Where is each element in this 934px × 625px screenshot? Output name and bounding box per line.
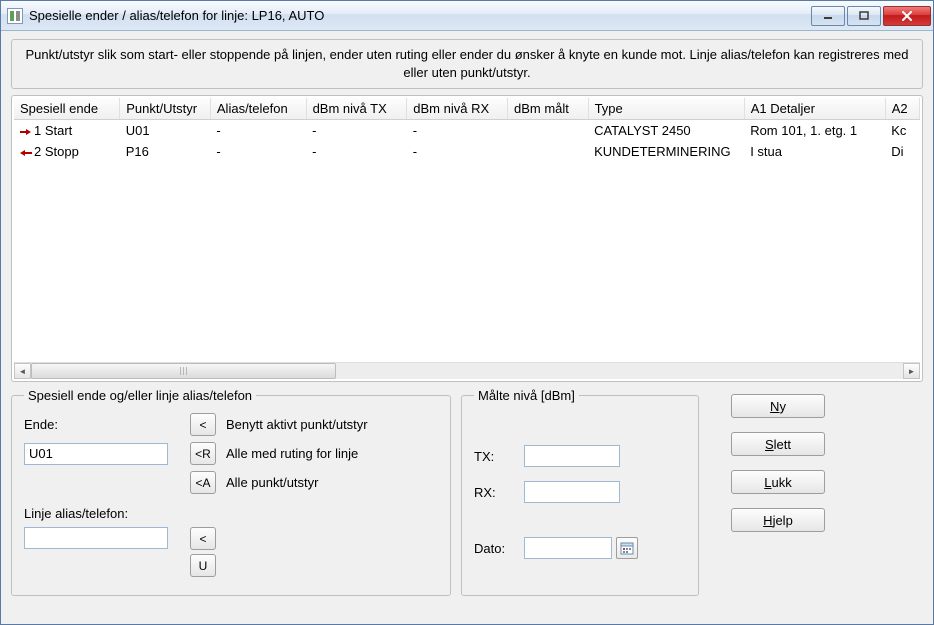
cell: - bbox=[306, 141, 407, 162]
calendar-icon bbox=[620, 541, 634, 555]
maximize-button[interactable] bbox=[847, 6, 881, 26]
scroll-left-button[interactable]: ◄ bbox=[14, 363, 31, 379]
cell: U01 bbox=[120, 120, 211, 142]
all-equipment-desc: Alle punkt/utstyr bbox=[226, 475, 438, 490]
new-button[interactable]: Ny bbox=[731, 394, 825, 418]
rx-label: RX: bbox=[474, 485, 514, 500]
cell: KUNDETERMINERING bbox=[588, 141, 744, 162]
col-header[interactable]: A2 bbox=[885, 98, 919, 120]
minimize-icon bbox=[823, 11, 833, 21]
alias-u-button[interactable]: U bbox=[190, 554, 216, 577]
stop-arrow-icon bbox=[20, 148, 32, 158]
cell: 1 Start bbox=[34, 123, 72, 138]
grid-header-row: Spesiell ende Punkt/Utstyr Alias/telefon… bbox=[14, 98, 920, 120]
col-header[interactable]: Punkt/Utstyr bbox=[120, 98, 211, 120]
cell bbox=[508, 141, 589, 162]
ende-input[interactable] bbox=[24, 443, 168, 465]
col-header[interactable]: dBm nivå RX bbox=[407, 98, 508, 120]
use-active-button[interactable]: < bbox=[190, 413, 216, 436]
close-dialog-button[interactable]: Lukk bbox=[731, 470, 825, 494]
alias-lt-button[interactable]: < bbox=[190, 527, 216, 550]
scroll-right-button[interactable]: ► bbox=[903, 363, 920, 379]
all-routing-desc: Alle med ruting for linje bbox=[226, 446, 438, 461]
table-row[interactable]: 1 Start U01 - - - CATALYST 2450 Rom 101,… bbox=[14, 120, 920, 142]
cell: 2 Stopp bbox=[34, 144, 79, 159]
levels-fieldset: Målte nivå [dBm] TX: RX: Dato: bbox=[461, 388, 699, 596]
ends-fieldset: Spesiell ende og/eller linje alias/telef… bbox=[11, 388, 451, 596]
close-button[interactable] bbox=[883, 6, 931, 26]
action-buttons: Ny Slett Lukk Hjelp bbox=[709, 388, 825, 532]
help-button[interactable]: Hjelp bbox=[731, 508, 825, 532]
cell: Kc bbox=[885, 120, 919, 142]
col-header[interactable]: dBm målt bbox=[508, 98, 589, 120]
cell bbox=[508, 120, 589, 142]
ende-label: Ende: bbox=[24, 417, 184, 432]
close-icon bbox=[901, 11, 913, 21]
table-row[interactable]: 2 Stopp P16 - - - KUNDETERMINERING I stu… bbox=[14, 141, 920, 162]
app-window: Spesielle ender / alias/telefon for linj… bbox=[0, 0, 934, 625]
data-grid-container: Spesiell ende Punkt/Utstyr Alias/telefon… bbox=[11, 95, 923, 382]
col-header[interactable]: Alias/telefon bbox=[210, 98, 306, 120]
cell: - bbox=[210, 141, 306, 162]
start-arrow-icon bbox=[20, 127, 32, 137]
all-routing-button[interactable]: <R bbox=[190, 442, 216, 465]
cell: P16 bbox=[120, 141, 211, 162]
ends-legend: Spesiell ende og/eller linje alias/telef… bbox=[24, 388, 256, 403]
date-input[interactable] bbox=[524, 537, 612, 559]
use-active-desc: Benytt aktivt punkt/utstyr bbox=[226, 417, 438, 432]
data-grid[interactable]: Spesiell ende Punkt/Utstyr Alias/telefon… bbox=[14, 98, 920, 362]
levels-legend: Målte nivå [dBm] bbox=[474, 388, 579, 403]
info-text: Punkt/utstyr slik som start- eller stopp… bbox=[22, 46, 912, 82]
cell: - bbox=[306, 120, 407, 142]
all-equipment-button[interactable]: <A bbox=[190, 471, 216, 494]
delete-button[interactable]: Slett bbox=[731, 432, 825, 456]
col-header[interactable]: dBm nivå TX bbox=[306, 98, 407, 120]
tx-input[interactable] bbox=[524, 445, 620, 467]
cell: I stua bbox=[744, 141, 885, 162]
client-area: Punkt/utstyr slik som start- eller stopp… bbox=[1, 31, 933, 624]
maximize-icon bbox=[859, 11, 869, 21]
scroll-thumb[interactable] bbox=[31, 363, 336, 379]
cell: CATALYST 2450 bbox=[588, 120, 744, 142]
horizontal-scrollbar[interactable]: ◄ ► bbox=[14, 362, 920, 379]
titlebar: Spesielle ender / alias/telefon for linj… bbox=[1, 1, 933, 31]
tx-label: TX: bbox=[474, 449, 514, 464]
window-title: Spesielle ender / alias/telefon for linj… bbox=[29, 8, 809, 23]
scroll-track[interactable] bbox=[31, 363, 903, 379]
rx-input[interactable] bbox=[524, 481, 620, 503]
alias-label: Linje alias/telefon: bbox=[24, 506, 438, 521]
col-header[interactable]: Type bbox=[588, 98, 744, 120]
window-controls bbox=[809, 6, 931, 26]
col-header[interactable]: Spesiell ende bbox=[14, 98, 120, 120]
cell: - bbox=[407, 120, 508, 142]
minimize-button[interactable] bbox=[811, 6, 845, 26]
cell: - bbox=[210, 120, 306, 142]
app-icon bbox=[7, 8, 23, 24]
alias-input[interactable] bbox=[24, 527, 168, 549]
cell: - bbox=[407, 141, 508, 162]
col-header[interactable]: A1 Detaljer bbox=[744, 98, 885, 120]
bottom-area: Spesiell ende og/eller linje alias/telef… bbox=[11, 388, 923, 614]
info-panel: Punkt/utstyr slik som start- eller stopp… bbox=[11, 39, 923, 89]
calendar-button[interactable] bbox=[616, 537, 638, 559]
cell: Di bbox=[885, 141, 919, 162]
cell: Rom 101, 1. etg. 1 bbox=[744, 120, 885, 142]
date-label: Dato: bbox=[474, 541, 514, 556]
